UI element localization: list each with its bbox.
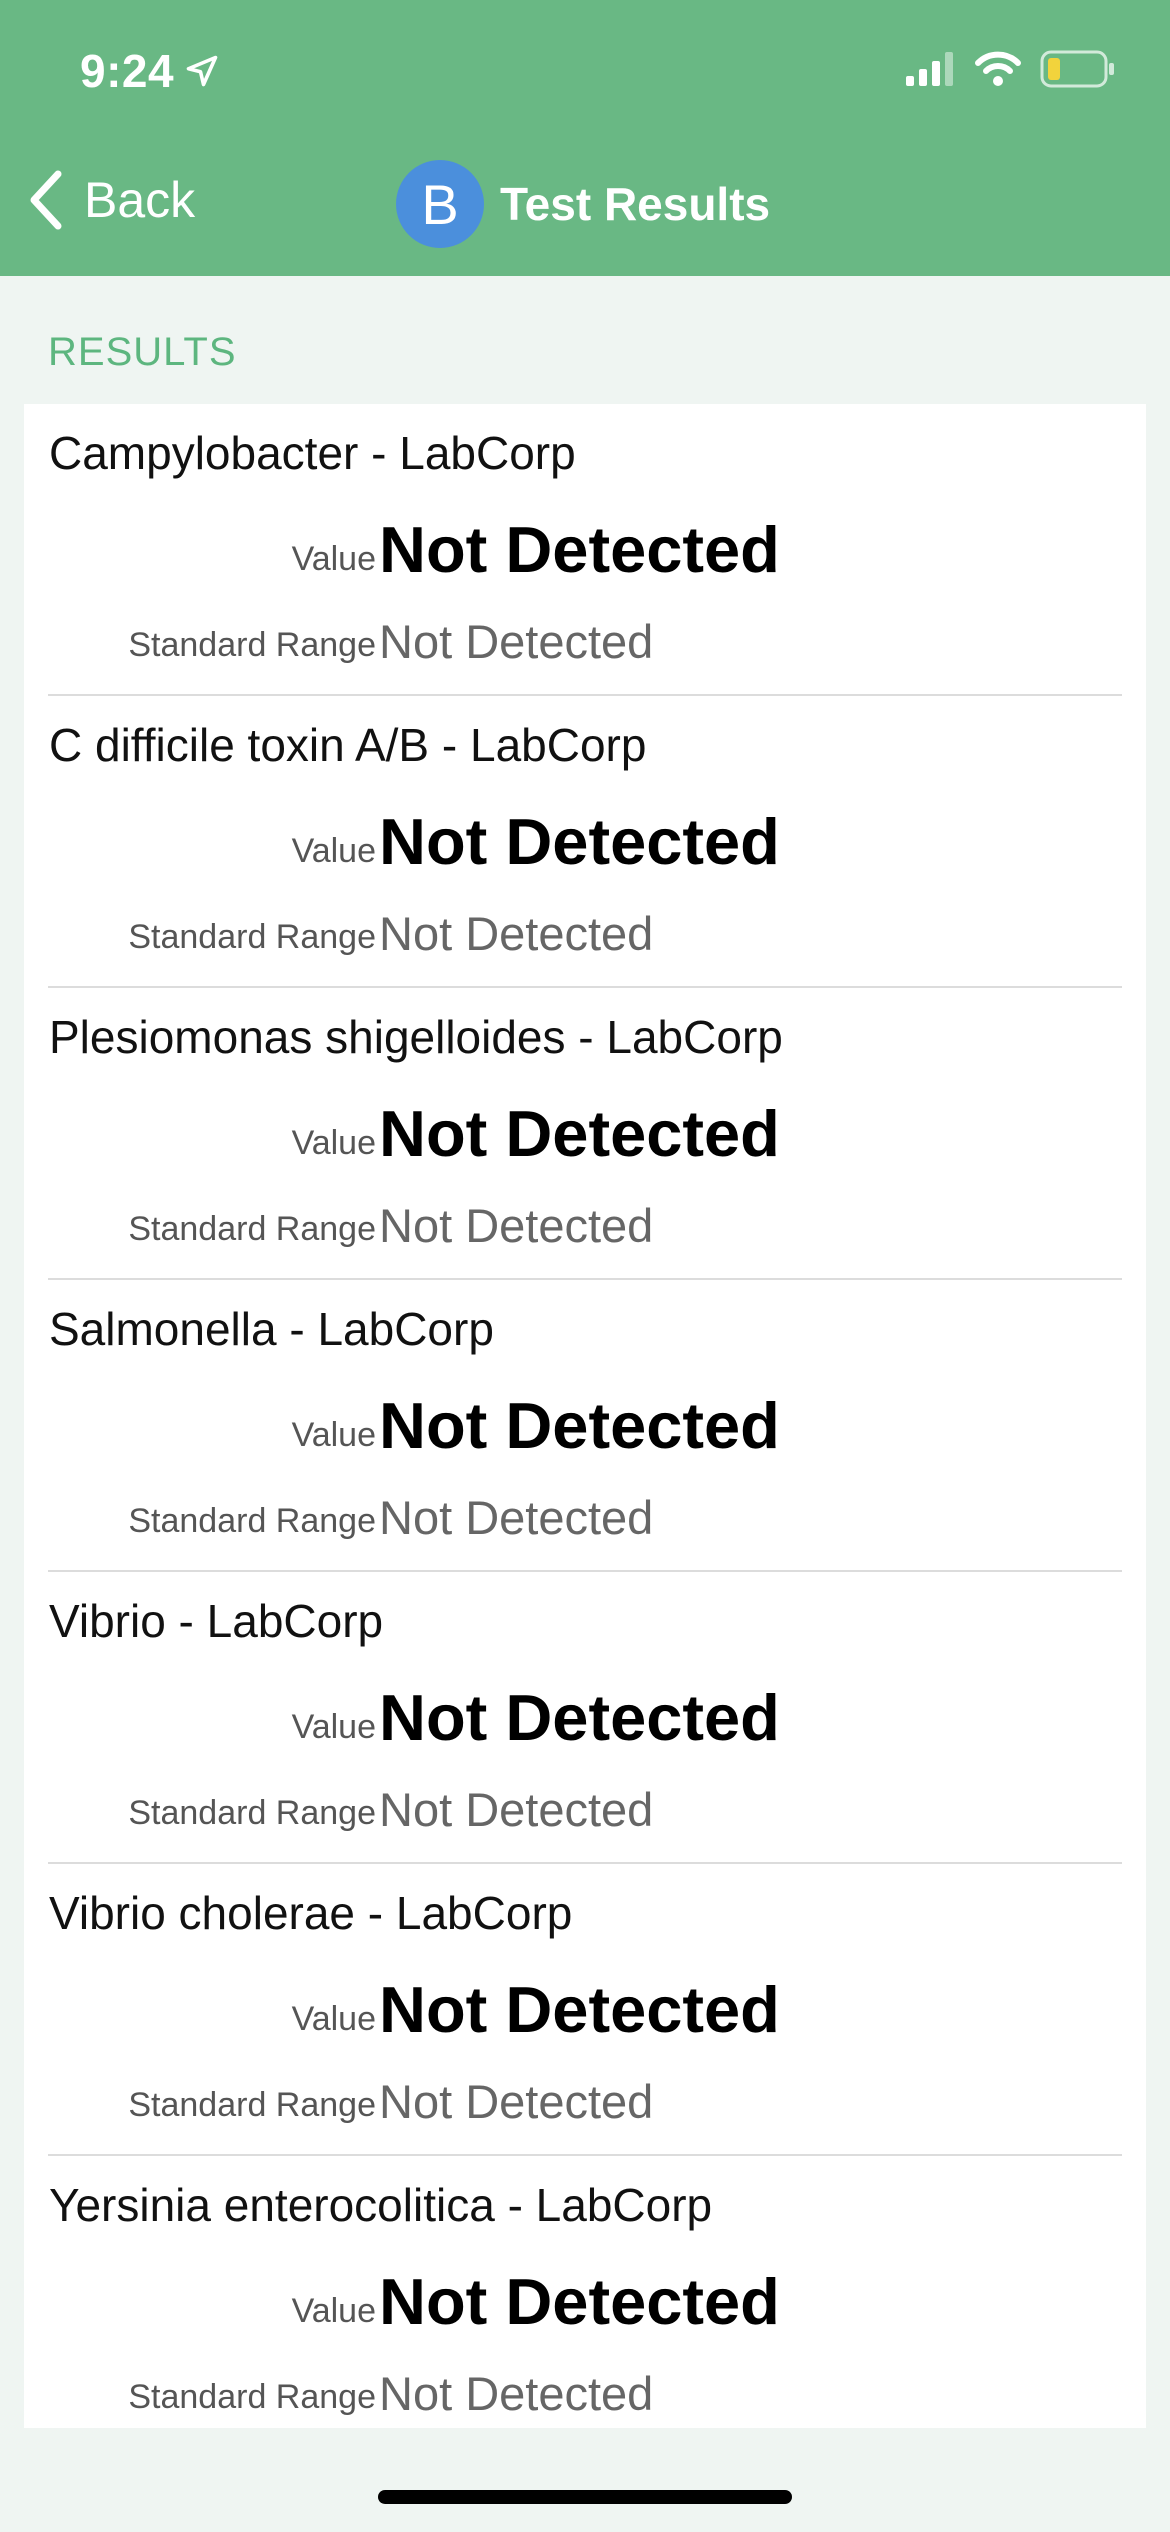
cellular-signal-icon	[906, 52, 953, 86]
standard-range-label: Standard Range	[128, 1502, 376, 1540]
standard-range-value: Not Detected	[379, 1783, 654, 1836]
standard-range-value: Not Detected	[379, 1199, 654, 1252]
result-name: Vibrio - LabCorp	[49, 1595, 384, 1647]
home-indicator[interactable]	[378, 2490, 792, 2504]
value-label: Value	[291, 2000, 376, 2038]
result-row[interactable]: C difficile toxin A/B - LabCorp Value No…	[24, 696, 1146, 988]
value-label: Value	[291, 832, 376, 870]
result-value: Not Detected	[379, 1973, 780, 2046]
value-label: Value	[291, 1708, 376, 1746]
standard-range-label: Standard Range	[128, 2378, 376, 2416]
result-value: Not Detected	[379, 805, 780, 878]
avatar[interactable]: B	[396, 160, 484, 248]
standard-range-value: Not Detected	[379, 2075, 654, 2128]
chevron-left-icon	[30, 170, 62, 230]
result-value: Not Detected	[379, 1097, 780, 1170]
standard-range-value: Not Detected	[379, 907, 654, 960]
result-value: Not Detected	[379, 2265, 780, 2338]
standard-range-label: Standard Range	[128, 2086, 376, 2124]
status-time-text: 9:24	[80, 45, 175, 97]
value-label: Value	[291, 1124, 376, 1162]
section-header: RESULTS	[48, 330, 237, 374]
result-row[interactable]: Vibrio cholerae - LabCorp Value Not Dete…	[24, 1864, 1146, 2156]
result-name: Vibrio cholerae - LabCorp	[49, 1887, 573, 1939]
result-name: Plesiomonas shigelloides - LabCorp	[49, 1011, 783, 1063]
standard-range-label: Standard Range	[128, 626, 376, 664]
header-bar: 9:24 Back B Test Results	[0, 0, 1170, 276]
value-label: Value	[291, 540, 376, 578]
back-button[interactable]: Back	[26, 170, 195, 230]
value-label: Value	[291, 1416, 376, 1454]
back-label: Back	[84, 172, 196, 228]
result-row[interactable]: Campylobacter - LabCorp Value Not Detect…	[24, 404, 1146, 696]
result-name: Yersinia enterocolitica - LabCorp	[49, 2179, 713, 2231]
page-title: Test Results	[500, 178, 771, 230]
result-row[interactable]: Salmonella - LabCorp Value Not Detected …	[24, 1280, 1146, 1572]
result-row[interactable]: Plesiomonas shigelloides - LabCorp Value…	[24, 988, 1146, 1280]
standard-range-value: Not Detected	[379, 1491, 654, 1544]
standard-range-label: Standard Range	[128, 1794, 376, 1832]
result-name: Campylobacter - LabCorp	[49, 427, 576, 479]
result-value: Not Detected	[379, 1681, 780, 1754]
standard-range-value: Not Detected	[379, 2367, 654, 2420]
standard-range-label: Standard Range	[128, 1210, 376, 1248]
value-label: Value	[291, 2292, 376, 2330]
result-value: Not Detected	[379, 513, 780, 586]
result-name: C difficile toxin A/B - LabCorp	[49, 719, 647, 771]
result-row[interactable]: Yersinia enterocolitica - LabCorp Value …	[24, 2156, 1146, 2428]
results-list: Campylobacter - LabCorp Value Not Detect…	[24, 404, 1146, 2428]
standard-range-label: Standard Range	[128, 918, 376, 956]
result-name: Salmonella - LabCorp	[49, 1303, 494, 1355]
standard-range-value: Not Detected	[379, 615, 654, 668]
battery-icon	[1040, 50, 1114, 88]
nav-title: B Test Results	[396, 160, 770, 248]
result-row[interactable]: Vibrio - LabCorp Value Not Detected Stan…	[24, 1572, 1146, 1864]
wifi-icon	[975, 51, 1021, 86]
location-arrow-icon	[186, 55, 218, 87]
result-value: Not Detected	[379, 1389, 780, 1462]
status-time: 9:24	[80, 44, 220, 98]
status-icons	[906, 50, 1116, 88]
